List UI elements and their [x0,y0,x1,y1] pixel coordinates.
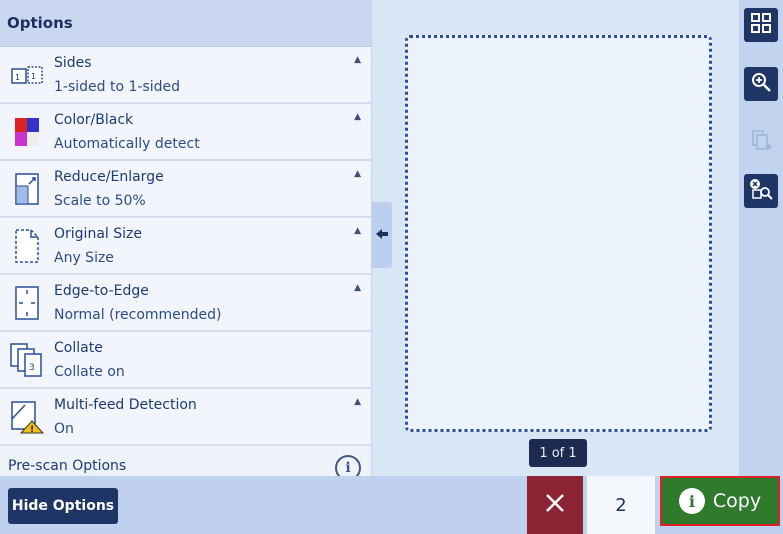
option-edge-title: Edge-to-Edge [54,282,149,299]
multi-feed-icon: ! [8,397,46,437]
hide-options-button[interactable]: Hide Options [8,488,118,524]
sides-icon: 1 1 [8,55,46,95]
arrow-left-icon [376,228,388,242]
option-color-black[interactable]: Color/Black Automatically detect ▲ [0,104,371,161]
svg-text:1: 1 [31,72,36,81]
original-size-icon [8,226,46,266]
add-page-icon [750,129,772,157]
grid-icon [750,12,772,38]
option-multi-feed[interactable]: ! Multi-feed Detection On ▲ [0,389,371,446]
option-sides-value: 1-sided to 1-sided [54,78,181,95]
copy-button[interactable]: i Copy [660,476,780,526]
page-counter: 1 of 1 [529,439,587,467]
collapse-arrow-icon[interactable]: ▲ [354,283,361,293]
option-sides[interactable]: 1 1 Sides 1-sided to 1-sided ▲ [0,47,371,104]
option-reduce-title: Reduce/Enlarge [54,168,164,185]
svg-text:3: 3 [29,363,35,373]
collapse-arrow-icon[interactable]: ▲ [354,397,361,407]
copies-count-field[interactable]: 2 [587,476,655,534]
close-icon [544,492,566,518]
option-multi-feed-title: Multi-feed Detection [54,396,197,413]
option-sides-title: Sides [54,54,92,71]
svg-text:!: ! [30,425,34,435]
options-header: Options [0,0,371,47]
preview-page [405,35,712,432]
zoom-in-icon [750,71,772,97]
option-color-value: Automatically detect [54,135,200,152]
collapse-arrow-icon[interactable]: ▲ [354,226,361,236]
pre-scan-label: Pre-scan Options [8,458,127,474]
bottom-bar: Hide Options 2 i Copy [0,476,783,534]
collapse-arrow-icon[interactable]: ▲ [354,112,361,122]
option-reduce-enlarge[interactable]: Reduce/Enlarge Scale to 50% ▲ [0,161,371,218]
svg-text:1: 1 [15,73,20,82]
option-original-size-value: Any Size [54,249,114,266]
option-edge-value: Normal (recommended) [54,306,222,323]
option-original-size-title: Original Size [54,225,142,242]
option-reduce-value: Scale to 50% [54,192,146,209]
option-color-title: Color/Black [54,111,134,128]
collapse-arrow-icon[interactable]: ▲ [354,55,361,65]
collapse-arrow-icon[interactable]: ▲ [354,169,361,179]
clear-preview-button[interactable] [744,174,778,208]
edge-to-edge-icon [8,283,46,323]
option-pre-scan[interactable]: Pre-scan Options i [0,446,371,476]
option-multi-feed-value: On [54,420,74,437]
cancel-button[interactable] [527,476,583,534]
copy-label: Copy [712,490,762,512]
option-edge-to-edge[interactable]: Edge-to-Edge Normal (recommended) ▲ [0,275,371,332]
option-original-size[interactable]: Original Size Any Size ▲ [0,218,371,275]
option-collate-value: Collate on [54,363,125,380]
info-icon[interactable]: i [335,455,361,476]
collapse-panel-tab[interactable] [372,202,392,268]
clear-zoom-icon [749,178,773,204]
options-panel: Options 1 1 Sides 1-sided to 1-sided ▲ C… [0,0,372,476]
thumbnail-view-button[interactable] [744,8,778,42]
option-collate[interactable]: 3 Collate Collate on [0,332,371,389]
info-icon: i [678,488,705,514]
collate-icon: 3 [8,340,46,380]
add-page-button[interactable] [744,126,778,160]
right-toolbar [739,0,783,476]
color-icon [8,112,46,152]
option-collate-title: Collate [54,339,103,356]
zoom-button[interactable] [744,67,778,101]
reduce-enlarge-icon [8,169,46,209]
